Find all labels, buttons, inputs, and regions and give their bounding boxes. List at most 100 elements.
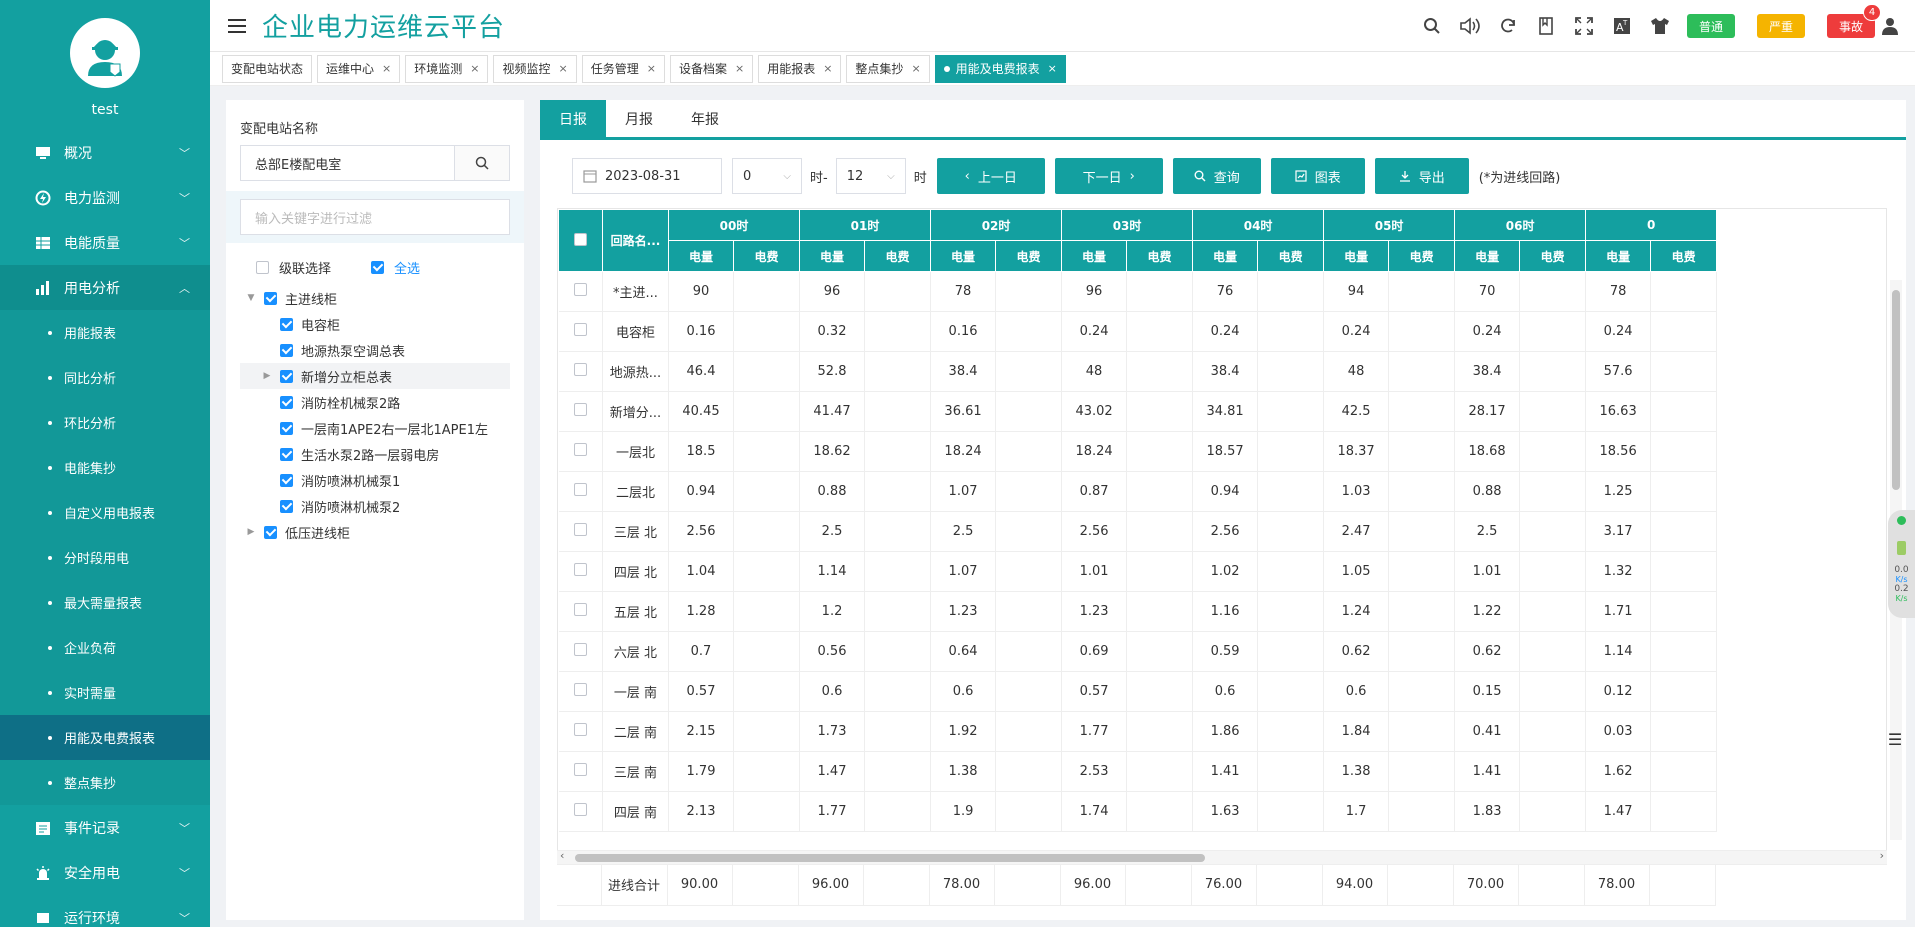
table-row[interactable]: *主进... 90 96 78 96 76 94 70 78 (558, 271, 1718, 312)
theme-shirt-icon[interactable] (1641, 10, 1679, 42)
vertical-scroll-thumb[interactable] (1892, 290, 1900, 490)
page-tab-6[interactable]: 用能报表 × (758, 54, 842, 83)
tree-checkbox[interactable] (264, 525, 277, 539)
select-all-checkbox[interactable] (371, 260, 385, 274)
volume-icon[interactable] (1451, 10, 1489, 42)
close-icon[interactable]: × (470, 62, 479, 75)
refresh-icon[interactable] (1489, 10, 1527, 42)
table-row[interactable]: 一层 南 0.57 0.6 0.6 0.57 0.6 0.6 0.15 0.12 (558, 671, 1718, 712)
sidebar-item-bottom-1[interactable]: 安全用电 ﹀ (0, 850, 210, 895)
next-day-button[interactable]: 下一日 › (1054, 158, 1163, 194)
horizontal-scroll-thumb[interactable] (575, 854, 1205, 862)
row-checkbox[interactable] (573, 283, 587, 296)
tree-checkbox[interactable] (280, 473, 293, 487)
tree-node[interactable]: 地源热泵空调总表 (240, 337, 510, 363)
sidebar-subitem-5[interactable]: 分时段用电 (0, 535, 210, 580)
bookmark-icon[interactable] (1527, 10, 1565, 42)
table-row[interactable]: 一层北 18.5 18.62 18.24 18.24 18.57 18.37 18.68 18.… (558, 431, 1718, 472)
caret-right-icon[interactable]: ▶ (262, 371, 272, 381)
table-row[interactable]: 二层 南 2.15 1.73 1.92 1.77 1.86 1.84 0.41 0.03 (558, 711, 1718, 752)
table-row[interactable]: 地源热... 46.4 52.8 38.4 48 38.4 48 38.4 57.6 (558, 351, 1718, 392)
sidebar-subitem-2[interactable]: 环比分析 (0, 400, 210, 445)
table-row[interactable]: 电容柜 0.16 0.32 0.16 0.24 0.24 0.24 0.24 0.24 (558, 311, 1718, 352)
tree-checkbox[interactable] (280, 317, 293, 331)
row-checkbox[interactable] (573, 483, 587, 496)
tree-checkbox[interactable] (280, 369, 293, 383)
row-select[interactable] (558, 711, 603, 752)
tree-node[interactable]: ▶ 新增分立柜总表 (240, 363, 510, 389)
sidebar-item-top-3[interactable]: 用电分析 ︿ (0, 265, 210, 310)
row-checkbox[interactable] (573, 563, 587, 576)
row-select[interactable] (558, 351, 603, 392)
row-select[interactable] (558, 511, 603, 552)
row-checkbox[interactable] (573, 323, 587, 336)
horizontal-scrollbar[interactable]: ‹ › (557, 849, 1887, 864)
alarm-normal-button[interactable]: 普通 (1686, 14, 1735, 38)
row-checkbox[interactable] (573, 523, 587, 536)
font-size-icon[interactable]: AT (1603, 10, 1641, 42)
tree-checkbox[interactable] (280, 447, 293, 461)
network-speed-widget[interactable]: 0.0 K/s 0.2 K/s (1888, 510, 1915, 618)
station-input[interactable]: 总部E楼配电室 (240, 145, 454, 181)
row-checkbox[interactable] (573, 723, 587, 736)
row-select[interactable] (558, 751, 603, 792)
table-row[interactable]: 新增分... 40.45 41.47 36.61 43.02 34.81 42.5 28.17… (558, 391, 1718, 432)
caret-right-icon[interactable]: ▶ (246, 527, 256, 537)
scroll-left-arrow-icon[interactable]: ‹ (560, 849, 564, 862)
sidebar-subitem-7[interactable]: 企业负荷 (0, 625, 210, 670)
close-icon[interactable]: × (911, 62, 920, 75)
row-select[interactable] (558, 631, 603, 672)
sidebar-item-bottom-2[interactable]: 运行环境 ﹀ (0, 895, 210, 927)
table-row[interactable]: 三层 北 2.56 2.5 2.5 2.56 2.56 2.47 2.5 3.17 (558, 511, 1718, 552)
avatar[interactable] (70, 18, 140, 88)
cascade-checkbox[interactable] (256, 260, 269, 274)
tree-node[interactable]: ▼ 主进线柜 (240, 285, 510, 311)
row-checkbox[interactable] (573, 363, 587, 376)
sidebar-item-top-2[interactable]: 电能质量 ﹀ (0, 220, 210, 265)
row-checkbox[interactable] (573, 763, 587, 776)
tree-node[interactable]: 消防栓机械泵2路 (240, 389, 510, 415)
table-row[interactable]: 二层北 0.94 0.88 1.07 0.87 0.94 1.03 0.88 1.25 (558, 471, 1718, 512)
close-icon[interactable]: × (559, 62, 568, 75)
hour-to-select[interactable]: 12 ⌵ (835, 158, 906, 194)
sidebar-item-top-0[interactable]: 概况 ﹀ (0, 130, 210, 175)
header-select-all[interactable] (558, 209, 603, 272)
select-all-option[interactable]: 全选 (371, 258, 420, 277)
row-select[interactable] (558, 471, 603, 512)
close-icon[interactable]: × (735, 62, 744, 75)
page-tab-8[interactable]: 用能及电费报表 × (934, 54, 1066, 83)
tree-checkbox[interactable] (280, 421, 293, 435)
page-tab-5[interactable]: 设备档案 × (669, 54, 754, 83)
period-tab-0[interactable]: 日报 (540, 100, 606, 137)
sidebar-subitem-3[interactable]: 电能集抄 (0, 445, 210, 490)
table-row[interactable]: 四层 北 1.04 1.14 1.07 1.01 1.02 1.05 1.01 1.32 (558, 551, 1718, 592)
tree-checkbox[interactable] (280, 499, 293, 513)
close-icon[interactable]: × (1048, 62, 1057, 75)
row-select[interactable] (558, 791, 603, 832)
page-tab-3[interactable]: 视频监控 × (493, 54, 577, 83)
station-search-button[interactable] (454, 145, 510, 181)
page-tab-2[interactable]: 环境监测 × (405, 54, 489, 83)
scroll-right-arrow-icon[interactable]: › (1880, 849, 1884, 862)
tree-node[interactable]: 电容柜 (240, 311, 510, 337)
table-row[interactable]: 三层 南 1.79 1.47 1.38 2.53 1.41 1.38 1.41 1.62 (558, 751, 1718, 792)
page-tab-4[interactable]: 任务管理 × (581, 54, 665, 83)
close-icon[interactable]: × (823, 62, 832, 75)
chart-button[interactable]: 图表 (1270, 158, 1365, 194)
cascade-select-option[interactable]: 级联选择 (256, 258, 331, 277)
date-picker[interactable]: 2023-08-31 (572, 158, 722, 194)
search-icon[interactable] (1413, 10, 1451, 42)
caret-down-icon[interactable]: ▼ (246, 293, 256, 303)
row-checkbox[interactable] (573, 443, 587, 456)
alarm-accident-button[interactable]: 事故 4 (1826, 4, 1881, 38)
row-select[interactable] (558, 671, 603, 712)
station-select[interactable]: 总部E楼配电室 (240, 145, 510, 181)
row-select[interactable] (558, 271, 603, 312)
row-select[interactable] (558, 591, 603, 632)
period-tab-1[interactable]: 月报 (606, 100, 672, 137)
sidebar-item-top-1[interactable]: 电力监测 ﹀ (0, 175, 210, 220)
row-select[interactable] (558, 311, 603, 352)
table-row[interactable]: 六层 北 0.7 0.56 0.64 0.69 0.59 0.62 0.62 1.14 (558, 631, 1718, 672)
page-tab-0[interactable]: 变配电站状态 (222, 54, 313, 83)
alarm-serious-button[interactable]: 严重 (1756, 14, 1805, 38)
